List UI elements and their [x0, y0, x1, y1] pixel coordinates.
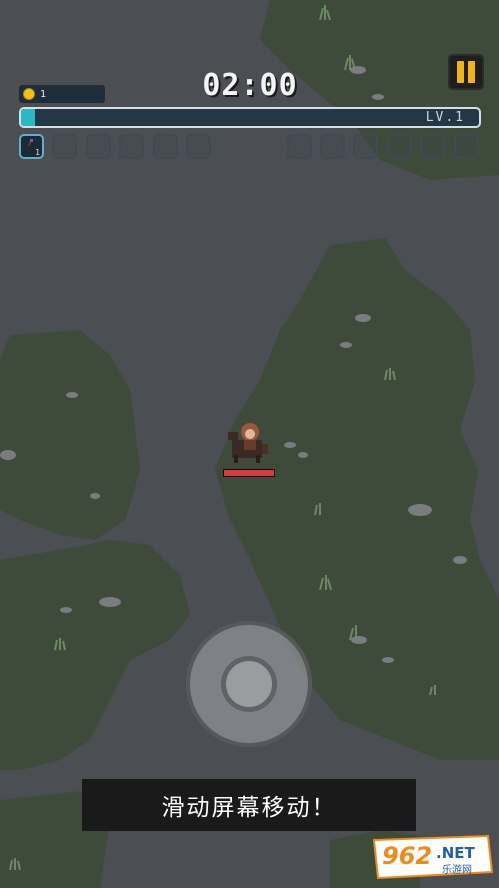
passive-slot: [320, 134, 345, 159]
experience-fill: [21, 109, 35, 126]
hint-banner: 滑动屏幕移动！: [82, 779, 416, 831]
weapon-slot: [86, 134, 111, 159]
passive-slot: [454, 134, 479, 159]
site-watermark-logo: 962 .NET 乐游网: [372, 834, 494, 880]
watermark-sub: 乐游网: [442, 863, 472, 876]
level-label: LV.1: [425, 110, 465, 125]
watermark-main: 962: [382, 842, 432, 870]
experience-bar: LV.1: [19, 107, 481, 128]
weapon-slot: 1: [19, 134, 44, 159]
coin-count: 1: [40, 88, 47, 100]
passive-slot: [420, 134, 445, 159]
passive-slot: [353, 134, 378, 159]
pause-button[interactable]: [448, 54, 484, 90]
coin-icon: [23, 88, 35, 100]
player-health-bar: [223, 469, 275, 477]
weapon-slot: [153, 134, 178, 159]
watermark-suffix: .NET: [436, 844, 475, 862]
pause-icon-bar: [468, 61, 475, 83]
weapon-slot: [119, 134, 144, 159]
coin-counter: 1: [19, 85, 105, 103]
virtual-joystick[interactable]: [186, 621, 312, 747]
joystick-knob[interactable]: [226, 661, 272, 707]
weapon-level: 1: [35, 148, 40, 157]
player-health-fill: [224, 470, 274, 476]
purple-orb-staff-icon: [28, 139, 33, 146]
weapon-slot: [52, 134, 77, 159]
passive-slot: [287, 134, 312, 159]
pause-icon: [457, 61, 464, 83]
weapon-slot: [186, 134, 211, 159]
passive-slot: [387, 134, 412, 159]
hint-text: 滑动屏幕移动！: [161, 795, 337, 821]
survival-timer: 02:00: [202, 68, 298, 103]
